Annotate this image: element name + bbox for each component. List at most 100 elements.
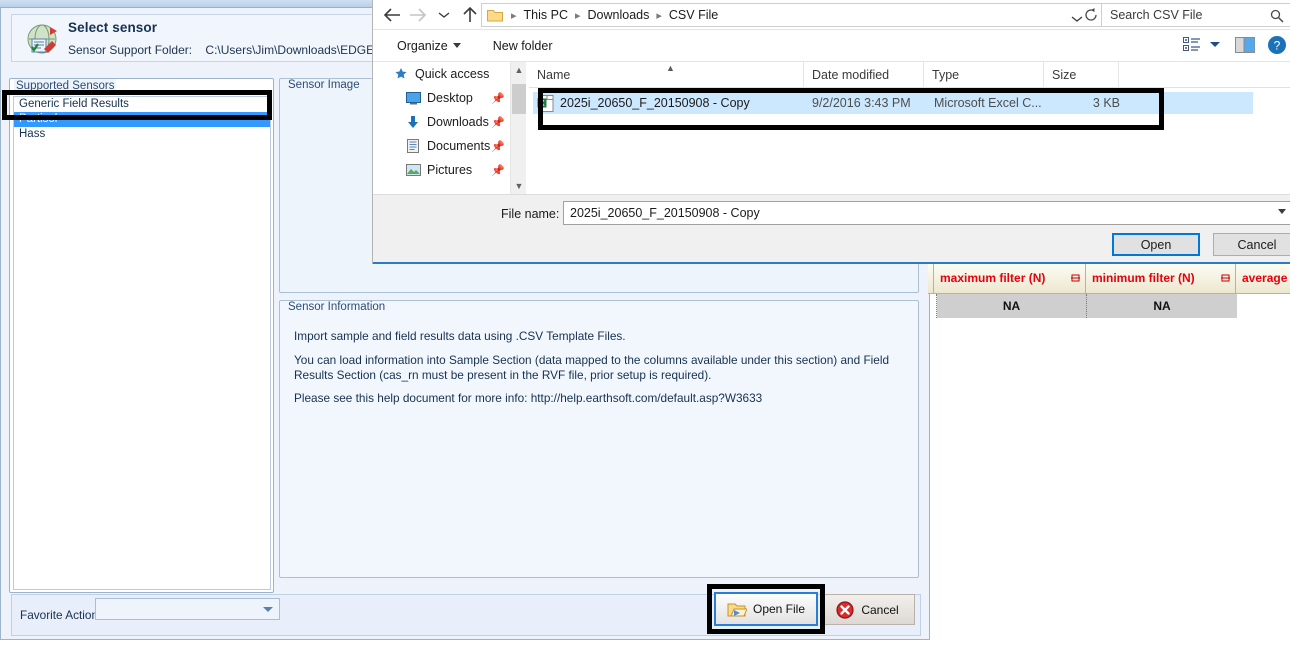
red-x-icon <box>836 601 854 619</box>
sensor-image-title: Sensor Image <box>286 78 362 92</box>
column-header-label: Name <box>537 68 570 82</box>
page-title: Select sensor <box>68 20 157 35</box>
preview-pane-icon[interactable] <box>1235 37 1255 53</box>
picture-icon <box>403 164 423 176</box>
info-paragraph: You can load information into Sample Sec… <box>294 353 904 383</box>
breadcrumb-separator: ▸ <box>651 9 667 22</box>
column-header[interactable]: minimum filter (N) <box>1086 262 1236 294</box>
list-item[interactable]: Generic Field Results <box>14 97 270 112</box>
open-button[interactable]: Open <box>1112 233 1200 256</box>
chevron-down-icon[interactable] <box>1278 209 1286 214</box>
filter-pin-icon[interactable] <box>1221 274 1230 282</box>
filter-pin-icon[interactable] <box>1071 274 1080 282</box>
column-header-label: Type <box>932 68 959 82</box>
arrow-left-icon[interactable] <box>379 2 405 28</box>
sensor-support-folder: Sensor Support Folder: C:\Users\Jim\Down… <box>68 43 399 57</box>
sidebar-item-downloads[interactable]: Downloads 📌 <box>373 110 519 134</box>
file-open-dialog: ▸ This PC ▸ Downloads ▸ CSV File Search … <box>372 0 1290 264</box>
table-cell: NA <box>1087 294 1237 318</box>
scrollbar-thumb[interactable] <box>512 84 526 114</box>
sensor-information-title: Sensor Information <box>286 300 387 314</box>
sensor-support-folder-value: C:\Users\Jim\Downloads\EDGE_FB. <box>205 43 399 57</box>
file-name-value: 2025i_20650_F_20150908 - Copy <box>564 206 760 220</box>
sensor-support-folder-label: Sensor Support Folder: <box>68 43 192 57</box>
globe-check-icon <box>26 23 60 56</box>
sort-ascending-icon: ▲ <box>666 63 675 73</box>
pin-icon[interactable]: 📌 <box>491 140 505 153</box>
sidebar-item-quick-access[interactable]: Quick access <box>373 62 519 86</box>
pin-icon[interactable]: 📌 <box>491 92 505 105</box>
refresh-icon[interactable] <box>1081 5 1101 25</box>
search-icon[interactable] <box>1270 9 1284 23</box>
file-dialog-bottom: File name: 2025i_20650_F_20150908 - Copy… <box>373 194 1290 264</box>
column-header-spare <box>1118 62 1288 88</box>
search-placeholder: Search CSV File <box>1102 8 1202 22</box>
breadcrumb-item[interactable]: This PC <box>522 8 570 22</box>
organize-label: Organize <box>397 39 448 53</box>
column-header-name[interactable]: ▲ Name <box>529 62 803 88</box>
favorite-action-select[interactable] <box>95 598 280 620</box>
folder-open-icon <box>727 601 747 618</box>
grid-header-row: maximum filter (N) minimum filter (N) av… <box>928 262 1290 294</box>
open-file-button-label: Open File <box>753 602 805 616</box>
column-header-label: Size <box>1052 68 1076 82</box>
chevron-down-icon <box>453 43 461 48</box>
download-arrow-icon <box>403 115 423 129</box>
column-header-label: average <box>1242 271 1287 285</box>
scroll-up-icon[interactable]: ▲ <box>511 62 527 78</box>
new-folder-label: New folder <box>493 39 553 53</box>
explorer-sidebar: Quick access Desktop 📌 Downloads 📌 <box>373 62 519 194</box>
document-icon <box>403 139 423 153</box>
sidebar-item-label: Desktop <box>427 91 473 105</box>
pin-icon[interactable]: 📌 <box>491 116 505 129</box>
svg-text:X: X <box>539 99 545 108</box>
chevron-down-icon[interactable] <box>1209 41 1221 49</box>
list-item[interactable]: Hass <box>14 127 270 142</box>
column-header-date-modified[interactable]: Date modified <box>803 62 923 88</box>
info-paragraph: Import sample and field results data usi… <box>294 329 904 344</box>
sidebar-item-documents[interactable]: Documents 📌 <box>373 134 519 158</box>
monitor-icon <box>403 92 423 105</box>
list-item[interactable]: Partisol <box>14 112 270 127</box>
breadcrumb-item[interactable]: Downloads <box>586 8 652 22</box>
column-header-label: minimum filter (N) <box>1092 271 1195 285</box>
cell-size: 3 KB <box>1054 96 1120 110</box>
open-file-button[interactable]: Open File <box>714 592 818 626</box>
column-header[interactable]: maximum filter (N) <box>934 262 1086 294</box>
cell-date-modified: 9/2/2016 3:43 PM <box>812 96 934 110</box>
arrow-right-icon[interactable] <box>405 2 431 28</box>
scroll-down-icon[interactable]: ▼ <box>511 178 527 194</box>
sensor-list[interactable]: Generic Field Results Partisol Hass <box>13 96 271 590</box>
table-row[interactable]: X 2025i_20650_F_20150908 - Copy 9/2/2016… <box>533 92 1253 114</box>
sidebar-item-label: Downloads <box>427 115 489 129</box>
favorite-action-label: Favorite Action: <box>20 608 101 622</box>
file-name-input[interactable]: 2025i_20650_F_20150908 - Copy <box>563 201 1290 225</box>
help-circle-icon[interactable]: ? <box>1267 35 1287 55</box>
breadcrumb-separator: ▸ <box>506 9 522 22</box>
cancel-button-label: Cancel <box>861 603 898 617</box>
new-folder-button[interactable]: New folder <box>483 39 563 53</box>
column-header[interactable]: average <box>1236 262 1290 294</box>
explorer-toolbar: Organize New folder <box>373 30 1290 62</box>
dialog-bottom-rule <box>373 262 1290 264</box>
sidebar-scrollbar[interactable]: ▲ ▼ <box>510 62 526 194</box>
chevron-down-icon[interactable] <box>431 2 457 28</box>
cancel-button[interactable]: Cancel <box>820 594 915 625</box>
pin-icon[interactable]: 📌 <box>491 164 505 177</box>
column-header-label: maximum filter (N) <box>940 271 1045 285</box>
sidebar-item-desktop[interactable]: Desktop 📌 <box>373 86 519 110</box>
search-input[interactable]: Search CSV File <box>1101 3 1290 27</box>
explorer-cancel-button[interactable]: Cancel <box>1213 233 1290 256</box>
column-header-label: Date modified <box>812 68 889 82</box>
organize-button[interactable]: Organize <box>387 39 471 53</box>
sidebar-item-pictures[interactable]: Pictures 📌 <box>373 158 519 182</box>
arrow-up-icon[interactable] <box>457 2 483 28</box>
breadcrumb-item[interactable]: CSV File <box>667 8 720 22</box>
column-header-size[interactable]: Size <box>1043 62 1118 88</box>
sidebar-item-label: Documents <box>427 139 490 153</box>
sidebar-item-label: Quick access <box>415 67 489 81</box>
table-cell: NA <box>937 294 1087 318</box>
column-header-type[interactable]: Type <box>923 62 1043 88</box>
view-layout-icon[interactable] <box>1183 37 1201 53</box>
chevron-down-icon <box>263 607 273 612</box>
